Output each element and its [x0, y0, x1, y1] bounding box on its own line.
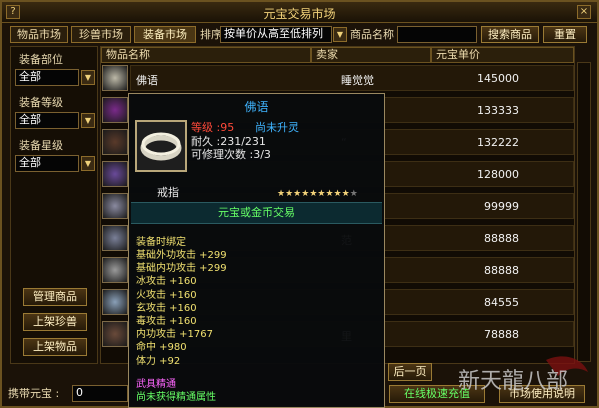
next-page-button[interactable]: 后一页: [388, 363, 432, 381]
tooltip-attribute: 体力 +92: [136, 355, 181, 367]
item-icon[interactable]: [102, 129, 128, 155]
title-bar: ? 元宝交易市场 ×: [2, 2, 597, 23]
item-icon[interactable]: [102, 193, 128, 219]
star-filter-label: 装备星级: [19, 139, 63, 152]
row-cell[interactable]: 佛语 睡觉觉 145000: [130, 65, 574, 91]
star-icon: ★: [325, 189, 334, 199]
star-icon: ★: [341, 189, 350, 199]
list-pet-button[interactable]: 上架珍兽: [23, 313, 87, 331]
tooltip-attribute: 毒攻击 +160: [136, 316, 197, 327]
seller-name: 睡觉觉: [341, 74, 374, 87]
item-icon[interactable]: [102, 257, 128, 283]
tab-pet-market[interactable]: 珍兽市场: [71, 26, 131, 43]
table-row[interactable]: 佛语 睡觉觉 145000: [101, 64, 574, 93]
part-dropdown-icon[interactable]: ▼: [81, 70, 95, 85]
star-icon: ★: [277, 189, 286, 199]
level-filter-label: 装备等级: [19, 96, 63, 109]
carry-yuanbao-value: 0: [72, 385, 128, 402]
tooltip-bind: 装备时绑定: [136, 237, 186, 248]
tooltip-item-name: 佛语: [244, 100, 269, 114]
tooltip-attribute: 基础外功攻击 +299: [136, 250, 227, 261]
unit-price: 78888: [484, 328, 519, 341]
tooltip-ascend: 尚未升灵: [255, 121, 299, 134]
unit-price: 128000: [477, 168, 519, 181]
table-scrollbar[interactable]: [577, 62, 591, 362]
tooltip-unrefined: 尚未获得精通属性: [136, 392, 216, 403]
item-tooltip: 佛语 等级 :95 尚未升灵 耐久 :231/231 可修理次数 :3/3 戒指…: [128, 93, 385, 408]
carry-yuanbao-label: 携带元宝 :: [8, 387, 60, 400]
manage-goods-button[interactable]: 管理商品: [23, 288, 87, 306]
item-icon[interactable]: [102, 65, 128, 91]
list-item-button[interactable]: 上架物品: [23, 338, 87, 356]
item-icon[interactable]: [102, 97, 128, 123]
unit-price: 133333: [477, 104, 519, 117]
tooltip-item-type: 戒指: [157, 186, 179, 199]
search-button[interactable]: 搜索商品: [481, 26, 539, 43]
reset-button[interactable]: 重置: [543, 26, 587, 43]
item-icon[interactable]: [102, 321, 128, 347]
item-icon[interactable]: [102, 289, 128, 315]
unit-price: 145000: [477, 72, 519, 85]
search-label: 商品名称: [350, 28, 394, 41]
tooltip-weapon-precise: 武具精通: [136, 379, 176, 390]
header-item-name: 物品名称: [101, 47, 311, 63]
sort-dropdown-icon[interactable]: ▼: [333, 27, 347, 42]
game-logo: 新天龍八部: [454, 352, 592, 402]
tooltip-attribute: 命中 +980: [136, 342, 187, 354]
star-icon: ★: [333, 189, 342, 199]
item-icon[interactable]: [102, 225, 128, 251]
filter-panel: 装备部位 全部 ▼ 装备等级 全部 ▼ 装备星级 全部 ▼ 管理商品 上架珍兽 …: [10, 46, 98, 364]
tooltip-trade: 元宝或金币交易: [218, 206, 295, 219]
header-seller: 卖家: [311, 47, 431, 63]
tooltip-attribute: 内功攻击 +1767: [136, 329, 214, 341]
trade-section: 元宝或金币交易: [131, 202, 382, 224]
star-dropdown-icon[interactable]: ▼: [81, 156, 95, 171]
item-icon[interactable]: [102, 161, 128, 187]
logo-text: 新天龍八部: [458, 369, 568, 394]
unit-price: 132222: [477, 136, 519, 149]
unit-price: 88888: [484, 264, 519, 277]
tab-item-market[interactable]: 物品市场: [10, 26, 68, 43]
star-icon: ★: [285, 189, 294, 199]
tooltip-attribute: 火攻击 +160: [136, 289, 197, 301]
star-rating: ★★★★★★★★★★: [277, 186, 367, 199]
part-filter-select[interactable]: 全部: [15, 69, 79, 86]
ring-icon: [135, 120, 187, 172]
tooltip-attribute: 玄攻击 +160: [136, 302, 197, 314]
close-icon[interactable]: ×: [577, 5, 591, 19]
tooltip-repair: 可修理次数 :3/3: [191, 148, 271, 161]
header-price: 元宝单价: [431, 47, 574, 63]
part-filter-label: 装备部位: [19, 53, 63, 66]
sort-label: 排序: [200, 28, 222, 41]
level-filter-select[interactable]: 全部: [15, 112, 79, 129]
level-dropdown-icon[interactable]: ▼: [81, 113, 95, 128]
star-filter-select[interactable]: 全部: [15, 155, 79, 172]
unit-price: 84555: [484, 296, 519, 309]
tooltip-attribute: 冰攻击 +160: [136, 276, 197, 288]
star-icon: ★: [349, 189, 358, 199]
tooltip-durability: 耐久 :231/231: [191, 135, 266, 148]
tooltip-attribute: 基础内功攻击 +299: [136, 263, 227, 275]
tooltip-level: 等级 :95: [191, 121, 235, 134]
tab-equip-market[interactable]: 装备市场: [134, 26, 196, 43]
unit-price: 88888: [484, 232, 519, 245]
sort-select[interactable]: 按单价从高至低排列: [220, 26, 332, 43]
unit-price: 99999: [484, 200, 519, 213]
window-title: 元宝交易市场: [263, 7, 336, 21]
item-name: 佛语: [136, 74, 158, 87]
toolbar: 物品市场 珍兽市场 装备市场 排序 按单价从高至低排列 ▼ 商品名称 搜索商品 …: [10, 26, 593, 44]
search-input[interactable]: [397, 26, 477, 43]
